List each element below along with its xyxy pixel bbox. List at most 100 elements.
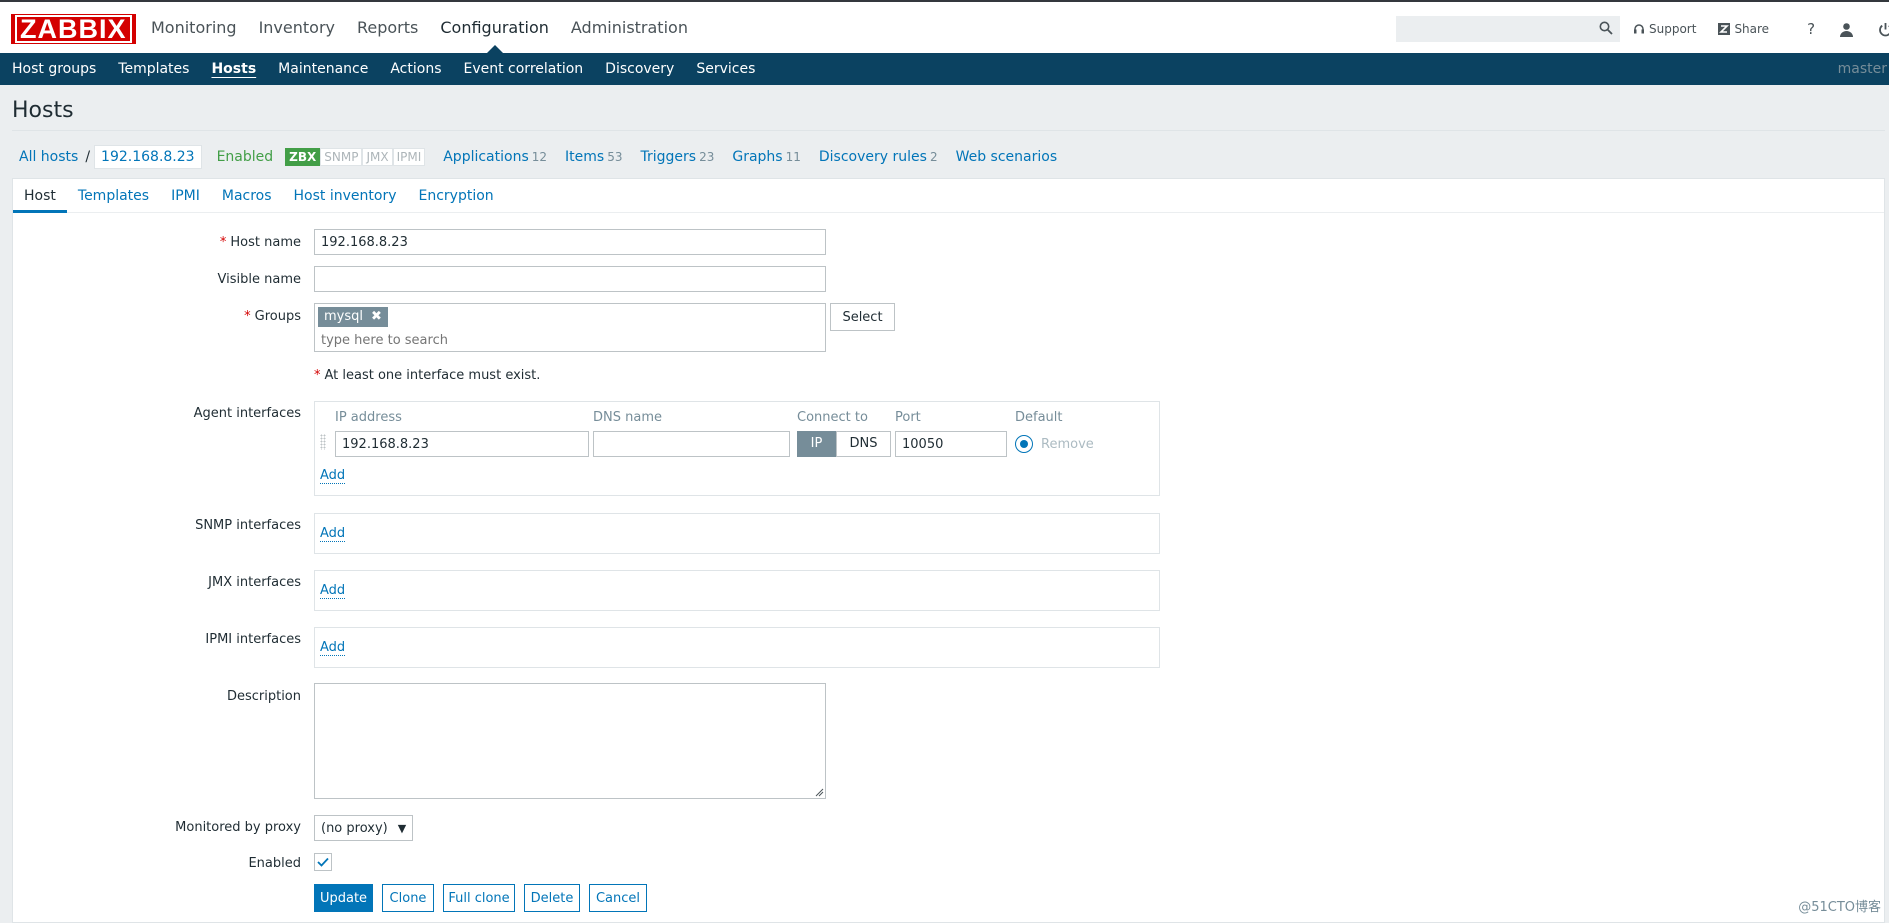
tab-ipmi[interactable]: IPMI: [160, 179, 211, 213]
ipmi-interfaces-box: Add: [314, 627, 1160, 668]
host-form-panel: Host Templates IPMI Macros Host inventor…: [12, 178, 1885, 923]
agent-ip-input[interactable]: [335, 431, 589, 457]
link-applications[interactable]: Applications 12: [443, 149, 547, 165]
description-label: Description: [226, 689, 301, 704]
submenu-maintenance[interactable]: Maintenance: [267, 53, 379, 85]
link-discovery-rules[interactable]: Discovery rules 2: [819, 149, 938, 165]
sign-out-icon[interactable]: [1878, 22, 1889, 37]
host-name-input[interactable]: [314, 229, 826, 255]
link-graphs[interactable]: Graphs 11: [732, 149, 801, 165]
group-chip: mysql ✖: [318, 307, 388, 327]
interface-badges: ZBX SNMP JMX IPMI: [285, 148, 426, 166]
breadcrumb: All hosts / 192.168.8.23 Enabled ZBX SNM…: [12, 144, 1078, 170]
submenu-templates[interactable]: Templates: [107, 53, 200, 85]
host-name-label: * Host name: [219, 235, 301, 250]
drag-handle-icon[interactable]: [320, 434, 326, 450]
tab-macros[interactable]: Macros: [211, 179, 283, 213]
connect-ip-toggle[interactable]: IP: [797, 431, 836, 457]
badge-zbx: ZBX: [285, 148, 321, 166]
menu-configuration[interactable]: Configuration: [429, 2, 560, 53]
full-clone-button[interactable]: Full clone: [443, 884, 515, 912]
checkmark-icon: [317, 857, 329, 867]
support-link[interactable]: Support: [1633, 22, 1696, 36]
submenu-services[interactable]: Services: [685, 53, 766, 85]
proxy-label: Monitored by proxy: [175, 820, 301, 835]
tab-host[interactable]: Host: [13, 179, 67, 213]
tab-encryption[interactable]: Encryption: [408, 179, 505, 213]
resize-grip-icon[interactable]: [814, 787, 824, 797]
submenu-discovery[interactable]: Discovery: [594, 53, 685, 85]
sub-menu-bar: Host groups Templates Hosts Maintenance …: [0, 53, 1889, 85]
badge-jmx: JMX: [362, 148, 393, 166]
top-bar: ZABBIX Monitoring Inventory Reports Conf…: [0, 0, 1889, 53]
agent-port-input[interactable]: [895, 431, 1007, 457]
cancel-button[interactable]: Cancel: [589, 884, 647, 912]
breadcrumb-current-host[interactable]: 192.168.8.23: [94, 145, 202, 169]
submenu-actions[interactable]: Actions: [379, 53, 452, 85]
snmp-interfaces-box: Add: [314, 513, 1160, 554]
menu-reports[interactable]: Reports: [346, 2, 429, 53]
jmx-interfaces-label: JMX interfaces: [208, 575, 301, 590]
col-ip-address: IP address: [335, 410, 402, 425]
snmp-interfaces-label: SNMP interfaces: [195, 518, 301, 533]
remove-interface-link[interactable]: Remove: [1041, 437, 1094, 452]
col-connect-to: Connect to: [797, 410, 868, 425]
interface-hint: * At least one interface must exist.: [314, 368, 541, 383]
groups-label: * Groups: [244, 309, 301, 324]
submenu-host-groups[interactable]: Host groups: [1, 53, 107, 85]
submenu-event-correlation[interactable]: Event correlation: [452, 53, 594, 85]
search-input[interactable]: [1397, 17, 1587, 41]
host-status-enabled[interactable]: Enabled: [217, 149, 274, 165]
add-jmx-interface-link[interactable]: Add: [320, 584, 346, 599]
col-default: Default: [1015, 410, 1063, 425]
enabled-label: Enabled: [248, 856, 301, 871]
page-title: Hosts: [12, 98, 74, 123]
main-menu: Monitoring Inventory Reports Configurati…: [140, 2, 699, 53]
enabled-checkbox[interactable]: [314, 853, 332, 871]
link-web-scenarios[interactable]: Web scenarios: [956, 149, 1061, 165]
default-interface-radio[interactable]: [1015, 435, 1033, 453]
headset-icon: [1634, 24, 1644, 34]
menu-inventory[interactable]: Inventory: [248, 2, 346, 53]
col-dns-name: DNS name: [593, 410, 662, 425]
search-box: [1396, 16, 1620, 42]
proxy-select[interactable]: (no proxy) ▼: [314, 815, 414, 841]
add-snmp-interface-link[interactable]: Add: [320, 527, 346, 542]
configuration-submenu: Host groups Templates Hosts Maintenance …: [0, 53, 1889, 85]
tab-templates[interactable]: Templates: [67, 179, 160, 213]
groups-multiselect[interactable]: mysql ✖: [314, 303, 826, 352]
menu-administration[interactable]: Administration: [560, 2, 699, 53]
header-tools: Support Share ?: [1633, 16, 1889, 42]
zabbix-logo[interactable]: ZABBIX: [11, 14, 136, 44]
add-agent-interface-link[interactable]: Add: [320, 469, 346, 484]
tab-host-inventory[interactable]: Host inventory: [283, 179, 408, 213]
groups-search-input[interactable]: [321, 330, 801, 350]
description-textarea[interactable]: [314, 683, 826, 799]
help-icon[interactable]: ?: [1807, 20, 1815, 38]
delete-button[interactable]: Delete: [524, 884, 580, 912]
breadcrumb-separator: /: [85, 149, 91, 165]
agent-interfaces-label: Agent interfaces: [193, 406, 301, 421]
watermark: @51CTO博客: [1798, 900, 1881, 915]
user-profile-icon[interactable]: [1839, 22, 1854, 37]
link-triggers[interactable]: Triggers 23: [641, 149, 715, 165]
badge-ipmi: IPMI: [392, 148, 426, 166]
col-port: Port: [895, 410, 921, 425]
visible-name-input[interactable]: [314, 266, 826, 292]
clone-button[interactable]: Clone: [382, 884, 434, 912]
remove-group-icon[interactable]: ✖: [371, 307, 382, 327]
connect-dns-toggle[interactable]: DNS: [836, 431, 891, 457]
breadcrumb-all-hosts[interactable]: All hosts: [12, 149, 85, 165]
link-items[interactable]: Items 53: [565, 149, 622, 165]
host-tabs: Host Templates IPMI Macros Host inventor…: [13, 179, 1884, 213]
add-ipmi-interface-link[interactable]: Add: [320, 641, 346, 656]
submenu-hosts[interactable]: Hosts: [200, 53, 267, 85]
ipmi-interfaces-label: IPMI interfaces: [205, 632, 301, 647]
badge-snmp: SNMP: [320, 148, 363, 166]
groups-select-button[interactable]: Select: [830, 303, 895, 331]
update-button[interactable]: Update: [314, 884, 373, 912]
agent-dns-input[interactable]: [593, 431, 790, 457]
menu-monitoring[interactable]: Monitoring: [140, 2, 248, 53]
share-link[interactable]: Share: [1718, 22, 1769, 36]
search-icon[interactable]: [1599, 21, 1613, 39]
